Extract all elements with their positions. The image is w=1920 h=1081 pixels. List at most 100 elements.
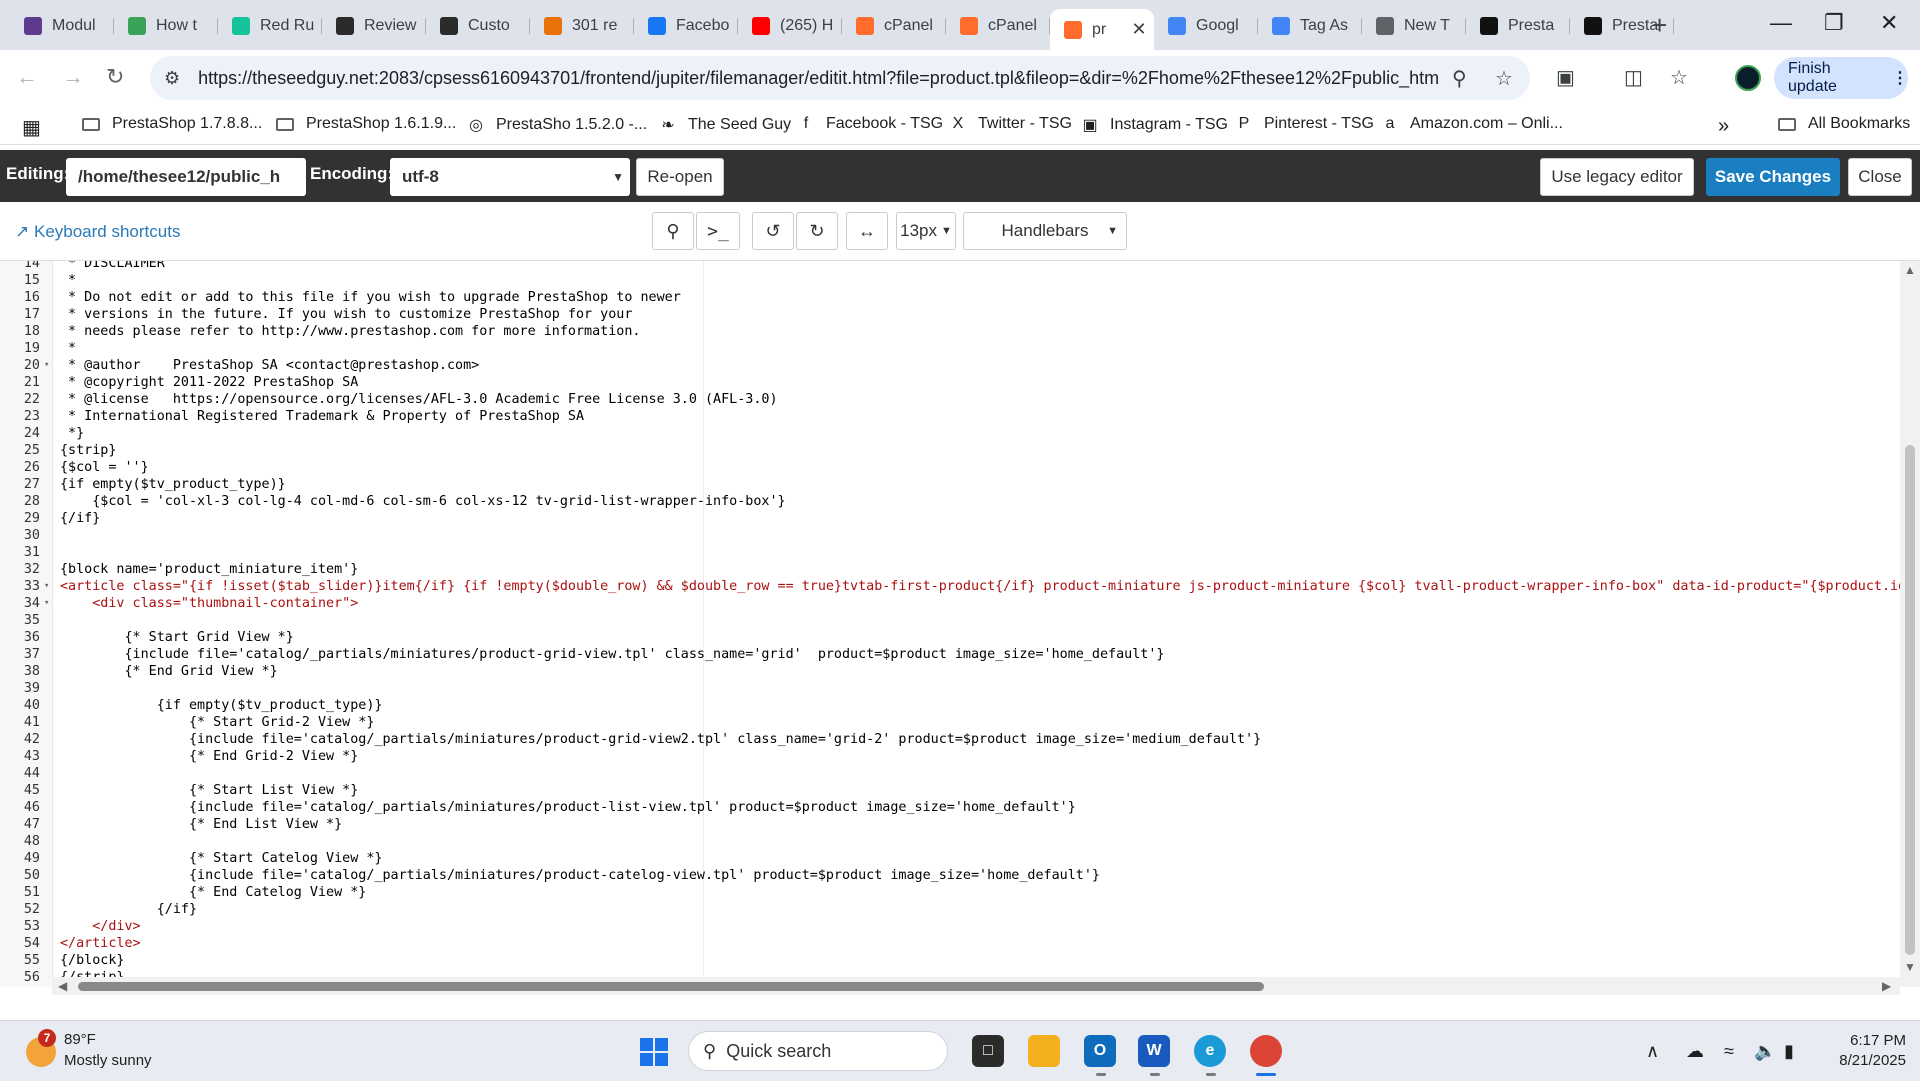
bookmark-item[interactable]: PrestaShop 1.7.8.8... [82,115,262,133]
tab-title: Custo [468,16,510,34]
tab[interactable]: cPanel [946,9,1050,42]
temperature[interactable]: 89°F [64,1031,96,1048]
tab[interactable]: Red Ru [218,9,322,42]
tab[interactable]: Presta [1466,9,1570,42]
chevron-up-icon[interactable]: ∧ [1646,1041,1659,1062]
file-path-field[interactable]: /home/thesee12/public_h [66,158,306,196]
tab[interactable]: Modul [10,9,114,42]
tab[interactable]: New T [1362,9,1466,42]
encoding-label: Encoding: [310,164,394,183]
scroll-left-icon[interactable]: ◀ [58,979,67,993]
redo-icon[interactable]: ↻ [796,212,838,250]
close-tab-icon[interactable]: ✕ [1130,19,1148,40]
windows-taskbar: 7 89°F Mostly sunny ⚲ Quick search □ O W… [0,1020,1920,1081]
edge-icon[interactable]: e [1194,1035,1226,1067]
goto-line-icon[interactable]: >_ [696,212,740,250]
undo-icon[interactable]: ↺ [752,212,794,250]
reopen-button[interactable]: Re-open [636,158,724,196]
bookmark-item[interactable]: X Twitter - TSG [948,115,1072,133]
horizontal-scroll-thumb[interactable] [78,982,1264,991]
chevron-down-icon: ▼ [940,225,952,237]
close-button[interactable]: Close [1848,158,1912,196]
encoding-select[interactable]: utf-8 ▼ [390,158,630,196]
fold-icon[interactable]: ▾ [44,578,49,595]
reload-icon[interactable]: ↻ [106,64,124,90]
bookmark-item[interactable]: PrestaShop 1.6.1.9... [276,115,456,133]
all-bookmarks[interactable]: All Bookmarks [1778,115,1910,133]
tab[interactable]: (265) H [738,9,842,42]
tab[interactable]: Review [322,9,426,42]
chevron-down-icon: ▼ [612,170,624,184]
keyboard-shortcuts-link[interactable]: ↗ Keyboard shortcuts [15,222,180,242]
close-window-icon[interactable]: ✕ [1880,10,1898,36]
start-icon[interactable] [640,1038,668,1066]
more-bookmarks-icon[interactable]: » [1718,115,1729,138]
font-size-select[interactable]: 13px ▼ [896,212,956,250]
search-icon[interactable]: ⚲ [652,212,694,250]
bookmarks-manager-icon[interactable]: ☆ [1670,65,1688,90]
site-info-icon[interactable]: ⚙ [164,68,180,89]
tab[interactable]: How t [114,9,218,42]
weather-condition[interactable]: Mostly sunny [64,1052,152,1069]
line-text: * needs please refer to http://www.prest… [60,324,641,339]
bookmark-item[interactable]: f Facebook - TSG [796,115,943,133]
back-icon[interactable]: ← [16,64,38,90]
bookmark-item[interactable]: ▣ Instagram - TSG [1080,115,1228,135]
bookmark-item[interactable]: P Pinterest - TSG [1234,115,1374,133]
clock[interactable]: 6:17 PM 8/21/2025 [1816,1031,1906,1071]
tab[interactable]: Facebo [634,9,738,42]
forward-icon[interactable]: → [62,64,84,90]
outlook-icon[interactable]: O [1084,1035,1116,1067]
maximize-icon[interactable]: ❐ [1824,10,1844,36]
fold-icon[interactable]: ▾ [44,595,49,612]
bookmark-item[interactable]: ❧ The Seed Guy [658,115,791,135]
taskbar-search[interactable]: ⚲ Quick search [688,1031,948,1071]
bookmark-item[interactable]: a Amazon.com – Onli... [1380,115,1563,133]
line-number: 50 [23,868,40,883]
address-bar[interactable]: ⚙ https://theseedguy.net:2083/cpsess6160… [150,56,1530,100]
line-text: {include file='catalog/_partials/miniatu… [60,647,1165,662]
bookmark-item[interactable]: ◎ PrestaSho 1.5.2.0 -... [466,115,647,135]
wrap-toggle-icon[interactable]: ↔ [846,212,888,250]
extensions-icon[interactable]: ▣ [1556,65,1575,90]
apps-grid-icon[interactable]: ▦ [22,115,41,140]
line-number: 21 [23,375,40,390]
volume-icon[interactable]: 🔈 [1754,1041,1776,1062]
file-explorer-icon[interactable] [1028,1035,1060,1067]
scroll-down-icon[interactable]: ▼ [1904,960,1916,974]
bookmark-star-icon[interactable]: ☆ [1495,66,1513,91]
wifi-icon[interactable]: ≈ [1724,1041,1734,1062]
tab[interactable]: Custo [426,9,530,42]
scroll-right-icon[interactable]: ▶ [1882,979,1891,993]
fold-icon[interactable]: ▾ [44,357,49,374]
code-editor[interactable]: 14 * DISCLAIMER 15 * 16 * Do not edit or a… [0,261,1920,987]
tab[interactable]: pr ✕ [1050,9,1154,50]
tab[interactable]: Googl [1154,9,1258,42]
new-tab-button[interactable]: + [1652,10,1667,41]
tab-title: pr [1092,20,1107,38]
tab[interactable]: 301 re [530,9,634,42]
use-legacy-editor-button[interactable]: Use legacy editor [1540,158,1694,196]
profile-avatar[interactable] [1735,65,1761,91]
finish-update-button[interactable]: Finish update ⋮ [1774,57,1908,99]
minimize-icon[interactable]: — [1770,10,1792,36]
tab[interactable]: cPanel [842,9,946,42]
chrome-icon[interactable] [1250,1035,1282,1067]
task-view-icon[interactable]: □ [972,1035,1004,1067]
word-icon[interactable]: W [1138,1035,1170,1067]
cast-icon[interactable]: ◫ [1624,65,1643,90]
seed-icon: ❧ [661,117,675,134]
url-text[interactable]: https://theseedguy.net:2083/cpsess616094… [198,68,1438,89]
battery-icon[interactable]: ▮ [1784,1041,1794,1062]
save-changes-button[interactable]: Save Changes [1706,158,1840,196]
mode-select[interactable]: Handlebars ▼ [963,212,1127,250]
network-icon[interactable]: ☁ [1686,1041,1704,1062]
code-line: 32 {block name='product_miniature_item'} [0,561,1900,578]
code-line: 43 {* End Grid-2 View *} [0,748,1900,765]
line-text: <div class="thumbnail-container"> [60,596,359,611]
vertical-scroll-thumb[interactable] [1905,445,1915,955]
line-text: {include file='catalog/_partials/miniatu… [60,732,1262,747]
zoom-icon[interactable]: ⚲ [1452,66,1467,91]
scroll-up-icon[interactable]: ▲ [1904,263,1916,277]
tab[interactable]: Tag As [1258,9,1362,42]
